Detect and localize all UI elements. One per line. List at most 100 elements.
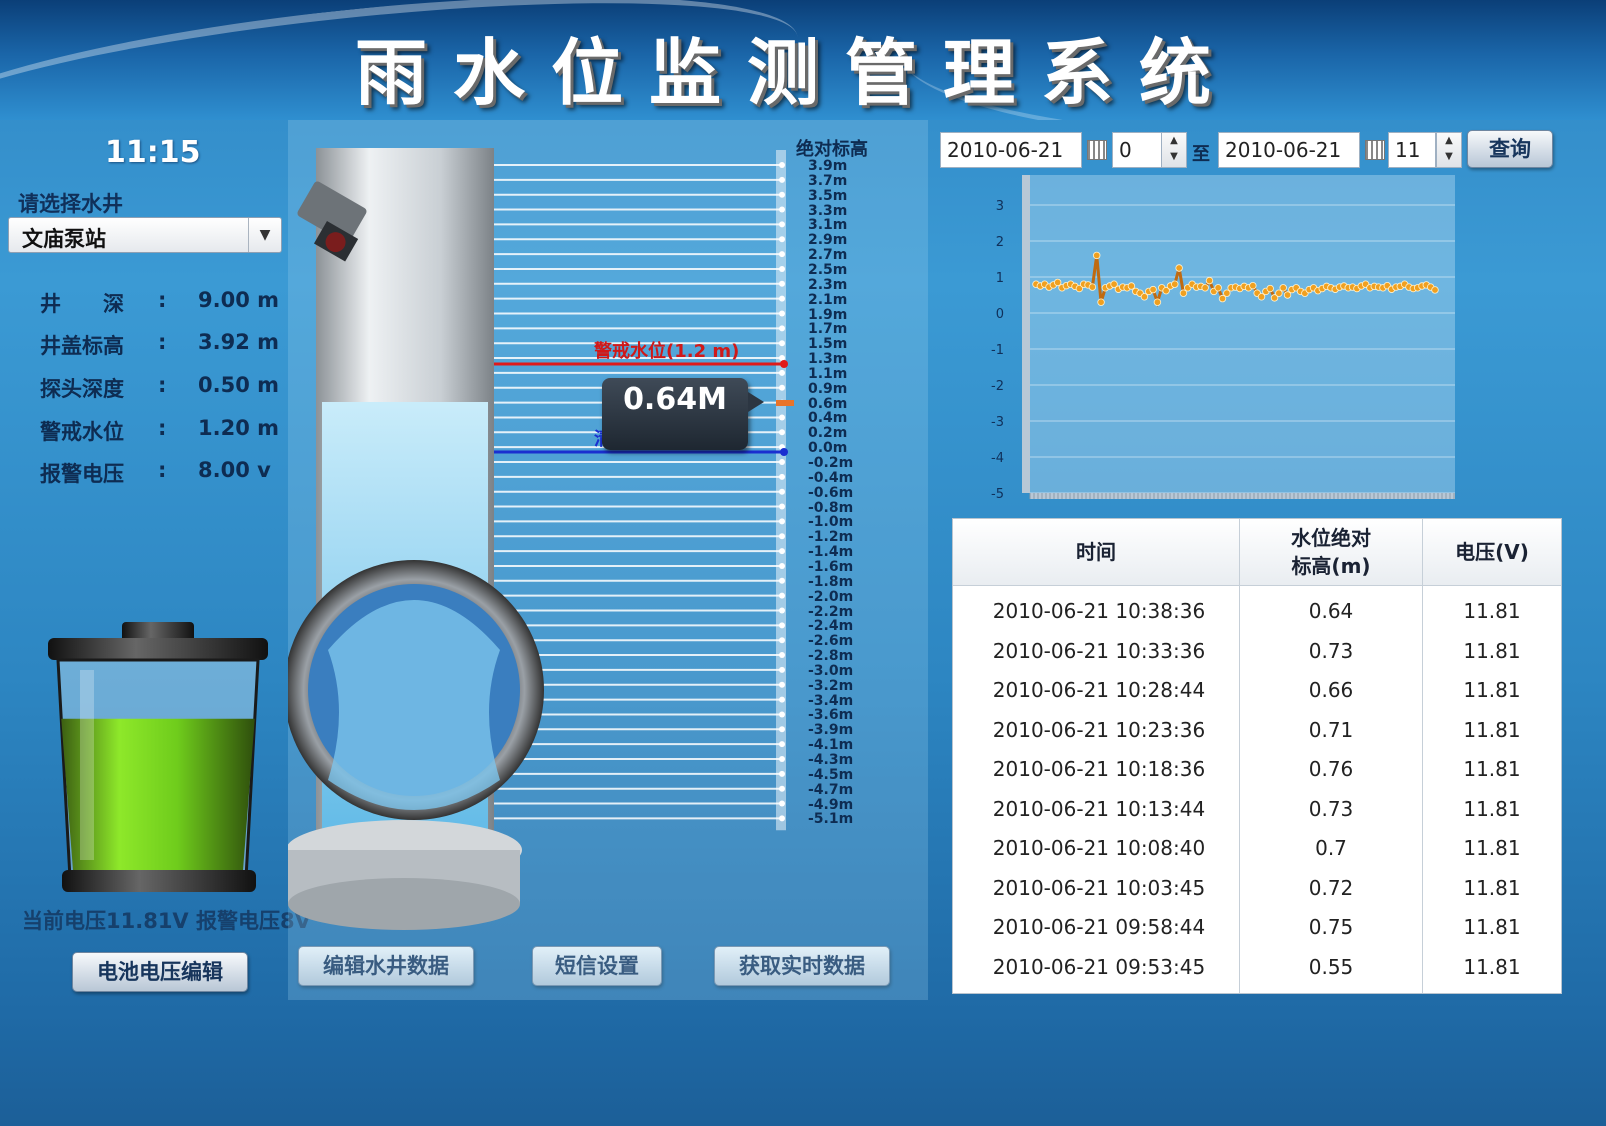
- battery-graphic: [40, 620, 275, 898]
- table-row[interactable]: 2010-06-21 10:33:36 0.73 11.81: [953, 631, 1561, 671]
- battery-voltage-edit-button[interactable]: 电池电压编辑: [72, 952, 248, 992]
- scale-line-end: [779, 607, 785, 614]
- calendar-icon[interactable]: [1087, 140, 1107, 160]
- chart-data-point: [1431, 286, 1439, 294]
- scale-line-end: [779, 503, 785, 510]
- scale-line-end: [779, 533, 785, 540]
- app-title: 雨水位监测管理系统: [355, 30, 1238, 115]
- cell-time: 2010-06-21 10:23:36: [992, 717, 1206, 742]
- scale-tick-label: -4.5m: [808, 766, 854, 783]
- scale-tick-label: 2.5m: [808, 261, 848, 278]
- scale-line-end: [779, 473, 785, 480]
- table-row[interactable]: 2010-06-21 10:18:36 0.76 11.81: [953, 749, 1561, 789]
- cell-time: 2010-06-21 10:08:40: [992, 836, 1206, 860]
- scale-line-end: [779, 741, 785, 748]
- scale-tick-label: -1.6m: [808, 558, 854, 575]
- end-date-field[interactable]: 2010-06-21: [1218, 132, 1360, 168]
- start-hour-field[interactable]: 0: [1112, 132, 1162, 168]
- end-hour-stepper[interactable]: ▲ ▼: [1436, 132, 1462, 168]
- cell-level: 0.75: [1308, 915, 1354, 939]
- scale-tick-label: -1.0m: [808, 514, 854, 531]
- scale-tick-label: -2.8m: [808, 648, 854, 665]
- cell-time: 2010-06-21 09:58:44: [992, 915, 1206, 939]
- chart-y-tick-label: 1: [996, 271, 1004, 286]
- cell-level: 0.73: [1308, 638, 1354, 663]
- scale-tick-label: 2.9m: [808, 232, 848, 249]
- cell-time: 2010-06-21 10:18:36: [992, 757, 1206, 781]
- scale-tick-label: -1.4m: [808, 544, 854, 561]
- well-info-sep: :: [158, 288, 167, 312]
- scale-tick-label: -1.2m: [808, 529, 854, 546]
- scale-tick-label: -2.4m: [808, 618, 854, 635]
- scale-tick-label: -0.4m: [808, 469, 854, 486]
- cell-time: 2010-06-21 10:13:44: [992, 796, 1206, 821]
- scale-line-end: [779, 369, 785, 376]
- calendar-icon[interactable]: [1365, 140, 1385, 160]
- table-row[interactable]: 2010-06-21 10:13:44 0.73 11.81: [953, 789, 1561, 829]
- chart-y-axis: [1022, 175, 1030, 493]
- scale-line-end: [779, 488, 785, 495]
- scale-tick-label: -3.0m: [808, 662, 854, 679]
- cell-time: 2010-06-21 10:03:45: [992, 875, 1206, 900]
- scale-tick-label: 2.1m: [808, 291, 848, 308]
- current-level-marker: [776, 400, 794, 406]
- scale-tick-label: -3.6m: [808, 707, 854, 724]
- scale-tick-label: 1.9m: [808, 306, 848, 323]
- scale-line-end: [779, 666, 785, 673]
- table-row[interactable]: 2010-06-21 10:23:36 0.71 11.81: [953, 710, 1561, 750]
- cell-time: 2010-06-21 10:38:36: [992, 599, 1206, 623]
- scale-tick-label: -0.2m: [808, 455, 854, 471]
- start-hour-stepper[interactable]: ▲ ▼: [1161, 132, 1187, 168]
- end-hour-field[interactable]: 11: [1388, 132, 1436, 168]
- scale-line-end: [779, 785, 785, 792]
- scale-line-end: [779, 518, 785, 525]
- cell-voltage: 11.81: [1463, 599, 1521, 623]
- battery-status-text: 当前电压11.81V 报警电压8V: [22, 909, 311, 933]
- chart-y-tick-label: 3: [996, 199, 1004, 214]
- cell-level: 0.7: [1315, 836, 1347, 860]
- scale-line-end: [779, 236, 785, 243]
- table-row[interactable]: 2010-06-21 10:28:44 0.66 11.81: [953, 670, 1561, 710]
- scale-line-end: [779, 265, 785, 272]
- cell-time: 2010-06-21 09:53:45: [992, 954, 1206, 979]
- scale-line-end: [779, 815, 785, 822]
- scale-line-end: [779, 191, 785, 198]
- start-date-field[interactable]: 2010-06-21: [940, 132, 1082, 168]
- cell-voltage: 11.81: [1463, 836, 1521, 860]
- table-row[interactable]: 2010-06-21 10:38:36 0.64 11.81: [953, 591, 1561, 631]
- table-row[interactable]: 2010-06-21 10:03:45 0.72 11.81: [953, 868, 1561, 908]
- well-info-sep: :: [158, 373, 167, 397]
- chart-y-tick-label: 0: [996, 307, 1004, 322]
- scale-tick-label: -3.4m: [808, 692, 854, 709]
- scale-tick-label: -4.9m: [808, 796, 854, 813]
- scale-line-end: [779, 221, 785, 228]
- cell-time: 2010-06-21 10:28:44: [992, 678, 1206, 702]
- chevron-down-icon[interactable]: ▼: [248, 218, 281, 252]
- cell-voltage: 11.81: [1463, 678, 1521, 702]
- chart-y-tick-label: -2: [991, 379, 1004, 394]
- query-button[interactable]: 查询: [1467, 130, 1553, 168]
- table-row[interactable]: 2010-06-21 09:53:45 0.55 11.81: [953, 947, 1561, 987]
- table-row[interactable]: 2010-06-21 10:08:40 0.7 11.81: [953, 828, 1561, 868]
- scale-tick-label: -2.6m: [808, 633, 854, 650]
- chart-y-tick-label: -3: [991, 415, 1004, 430]
- scale-line-end: [779, 162, 785, 168]
- scale-line-end: [779, 756, 785, 762]
- scale-line-end: [779, 295, 785, 302]
- column-header-voltage: 电压(V): [1455, 540, 1529, 564]
- scale-line-end: [779, 340, 785, 347]
- scale-tick-label: -0.8m: [808, 499, 854, 516]
- well-select-combobox[interactable]: 文庙泵站 ▼: [8, 217, 282, 253]
- scale-tick-label: -4.1m: [808, 737, 854, 754]
- scale-tick-label: 0.4m: [808, 410, 848, 427]
- table-row[interactable]: 2010-06-21 09:58:44 0.75 11.81: [953, 907, 1561, 947]
- scale-tick-label: -3.9m: [808, 722, 854, 739]
- well-info-key: 报警电压: [40, 462, 124, 486]
- scale-line-end: [779, 800, 785, 807]
- scale-line-end: [779, 459, 785, 465]
- chart-data-point: [1088, 283, 1097, 291]
- scale-line-end: [779, 176, 785, 183]
- chart-data-point: [1214, 284, 1222, 292]
- header-banner: 雨水位监测管理系统: [0, 0, 1606, 120]
- well-info-key: 警戒水位: [40, 420, 124, 444]
